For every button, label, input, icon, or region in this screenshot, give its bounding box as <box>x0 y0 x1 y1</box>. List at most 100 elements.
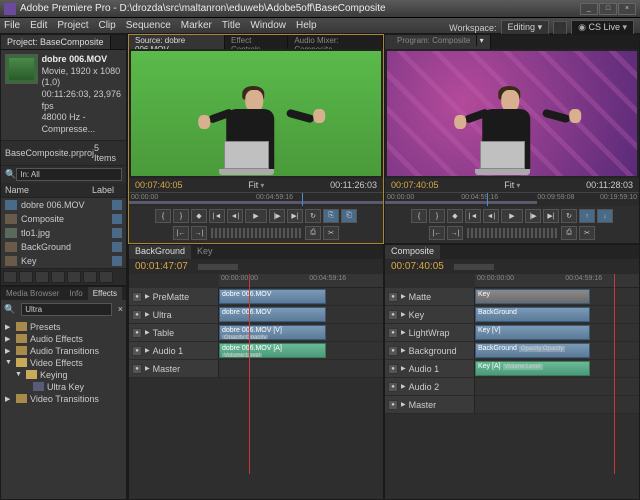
export-frame-button[interactable]: ⎙ <box>305 226 321 240</box>
p-lift[interactable]: ↑ <box>579 209 595 223</box>
list-view-icon[interactable] <box>3 271 17 283</box>
program-ruler[interactable]: 00:00:00 00:04:59:16 00:09:59:08 00:19:5… <box>385 192 639 206</box>
clip[interactable]: dobre 006.MOV [A] Volume:Level <box>219 343 326 358</box>
track-header[interactable]: ●▶LightWrap <box>385 324 475 341</box>
tl1-zoom[interactable] <box>198 264 238 270</box>
play-button[interactable]: ▶ <box>245 209 267 223</box>
tab-info[interactable]: Info <box>64 287 87 300</box>
icon-view-icon[interactable] <box>19 271 33 283</box>
tl2-tab[interactable]: Composite <box>385 245 440 259</box>
effect-item[interactable]: Ultra Key <box>5 381 122 393</box>
source-tc-in[interactable]: 00:07:40:05 <box>135 180 183 190</box>
track-expand[interactable]: ▶ <box>145 311 150 318</box>
goto-prev-button[interactable]: |← <box>173 226 189 240</box>
menu-edit[interactable]: Edit <box>30 20 47 31</box>
track-content[interactable] <box>219 360 383 377</box>
track-expand[interactable]: ▶ <box>401 383 406 390</box>
new-bin-icon[interactable] <box>67 271 81 283</box>
track-toggle[interactable]: ● <box>388 346 398 356</box>
jog-wheel[interactable] <box>211 228 301 238</box>
maximize-button[interactable]: □ <box>599 3 617 15</box>
tab-media-browser[interactable]: Media Browser <box>1 287 64 300</box>
p-next-edit[interactable]: →| <box>447 226 463 240</box>
track-expand[interactable]: ▶ <box>145 329 150 336</box>
track-content[interactable]: dobre 006.MOV [V] Opacity:Opacity <box>219 324 383 341</box>
automate-icon[interactable] <box>35 271 49 283</box>
track-toggle[interactable]: ● <box>388 364 398 374</box>
label-swatch[interactable] <box>112 256 122 266</box>
tl2-ruler[interactable]: 00:00:00:00 00:04:59:16 <box>475 274 639 288</box>
tl1-tab-key[interactable]: Key <box>191 245 219 259</box>
source-ruler[interactable]: 00:00:00 00:04:59:16 <box>129 192 383 206</box>
p-export-frame[interactable]: ⎙ <box>561 226 577 240</box>
mark-out-button[interactable]: } <box>173 209 189 223</box>
close-button[interactable]: × <box>618 3 636 15</box>
track-header[interactable]: ●▶Audio 1 <box>385 360 475 377</box>
mark-in-button[interactable]: { <box>155 209 171 223</box>
goto-out-button[interactable]: ▶| <box>287 209 303 223</box>
track-expand[interactable]: ▶ <box>145 347 150 354</box>
p-prev-edit[interactable]: |← <box>429 226 445 240</box>
p-mark-out[interactable]: } <box>429 209 445 223</box>
col-label[interactable]: Label <box>92 185 122 195</box>
project-item[interactable]: Key <box>1 254 126 268</box>
tab-effects[interactable]: Effects <box>88 287 122 300</box>
track-expand[interactable]: ▶ <box>145 365 150 372</box>
menu-title[interactable]: Title <box>222 20 241 31</box>
step-back-button[interactable]: ◄| <box>227 209 243 223</box>
menu-clip[interactable]: Clip <box>98 20 115 31</box>
track-header[interactable]: ●▶Key <box>385 306 475 323</box>
track-toggle[interactable]: ● <box>132 310 142 320</box>
project-item[interactable]: BackGround <box>1 240 126 254</box>
project-item[interactable]: dobre 006.MOV <box>1 198 126 212</box>
find-icon[interactable]: 🔍 <box>5 169 16 180</box>
menu-file[interactable]: File <box>4 20 20 31</box>
new-item-icon[interactable] <box>83 271 97 283</box>
program-tc-in[interactable]: 00:07:40:05 <box>391 180 439 190</box>
track-header[interactable]: ●▶Table <box>129 324 219 341</box>
tl1-timecode[interactable]: 00:01:47:07 <box>135 261 188 272</box>
track-header[interactable]: ●▶Ultra <box>129 306 219 323</box>
track-toggle[interactable]: ● <box>132 346 142 356</box>
project-tab[interactable]: Project: BaseComposite <box>1 35 111 49</box>
track-header[interactable]: ●▶Background <box>385 342 475 359</box>
menu-sequence[interactable]: Sequence <box>126 20 171 31</box>
track-toggle[interactable]: ● <box>388 382 398 392</box>
col-name[interactable]: Name <box>5 185 92 195</box>
p-goto-out[interactable]: ▶| <box>543 209 559 223</box>
track-content[interactable]: dobre 006.MOV [A] Volume:Level <box>219 342 383 359</box>
menu-window[interactable]: Window <box>250 20 286 31</box>
program-fit[interactable]: Fit ▾ <box>504 180 520 190</box>
goto-in-button[interactable]: |◄ <box>209 209 225 223</box>
track-header[interactable]: ●▶PreMatte <box>129 288 219 305</box>
clip[interactable]: BackGround Opacity:Opacity <box>475 343 590 358</box>
clip[interactable]: dobre 006.MOV <box>219 307 326 322</box>
clip[interactable]: BackGround <box>475 307 590 322</box>
program-video[interactable] <box>387 51 637 176</box>
clip[interactable]: Key [A] Volume:Level <box>475 361 590 376</box>
clip[interactable]: dobre 006.MOV [V] Opacity:Opacity <box>219 325 326 340</box>
set-marker-button[interactable]: ◆ <box>191 209 207 223</box>
track-content[interactable]: dobre 006.MOV <box>219 288 383 305</box>
trim-button[interactable]: ✂ <box>323 226 339 240</box>
track-expand[interactable]: ▶ <box>145 293 150 300</box>
clip[interactable]: Key <box>475 289 590 304</box>
program-tab[interactable]: Program: Composite ▾ <box>385 35 491 49</box>
step-fwd-button[interactable]: |▶ <box>269 209 285 223</box>
track-header[interactable]: ●▶Master <box>129 360 219 377</box>
track-expand[interactable]: ▶ <box>401 329 406 336</box>
p-loop[interactable]: ↻ <box>561 209 577 223</box>
loop-button[interactable]: ↻ <box>305 209 321 223</box>
effect-controls-tab[interactable]: Effect Controls <box>225 35 288 49</box>
tl2-timecode[interactable]: 00:07:40:05 <box>391 261 444 272</box>
workspace-dropdown[interactable]: Editing ▾ <box>501 20 550 35</box>
track-toggle[interactable]: ● <box>132 328 142 338</box>
minimize-button[interactable]: _ <box>580 3 598 15</box>
p-mark-in[interactable]: { <box>411 209 427 223</box>
project-item[interactable]: tlo1.jpg <box>1 226 126 240</box>
track-toggle[interactable]: ● <box>388 310 398 320</box>
menu-marker[interactable]: Marker <box>181 20 212 31</box>
trash-icon[interactable] <box>99 271 113 283</box>
p-marker[interactable]: ◆ <box>447 209 463 223</box>
clip[interactable]: Key [V] <box>475 325 590 340</box>
